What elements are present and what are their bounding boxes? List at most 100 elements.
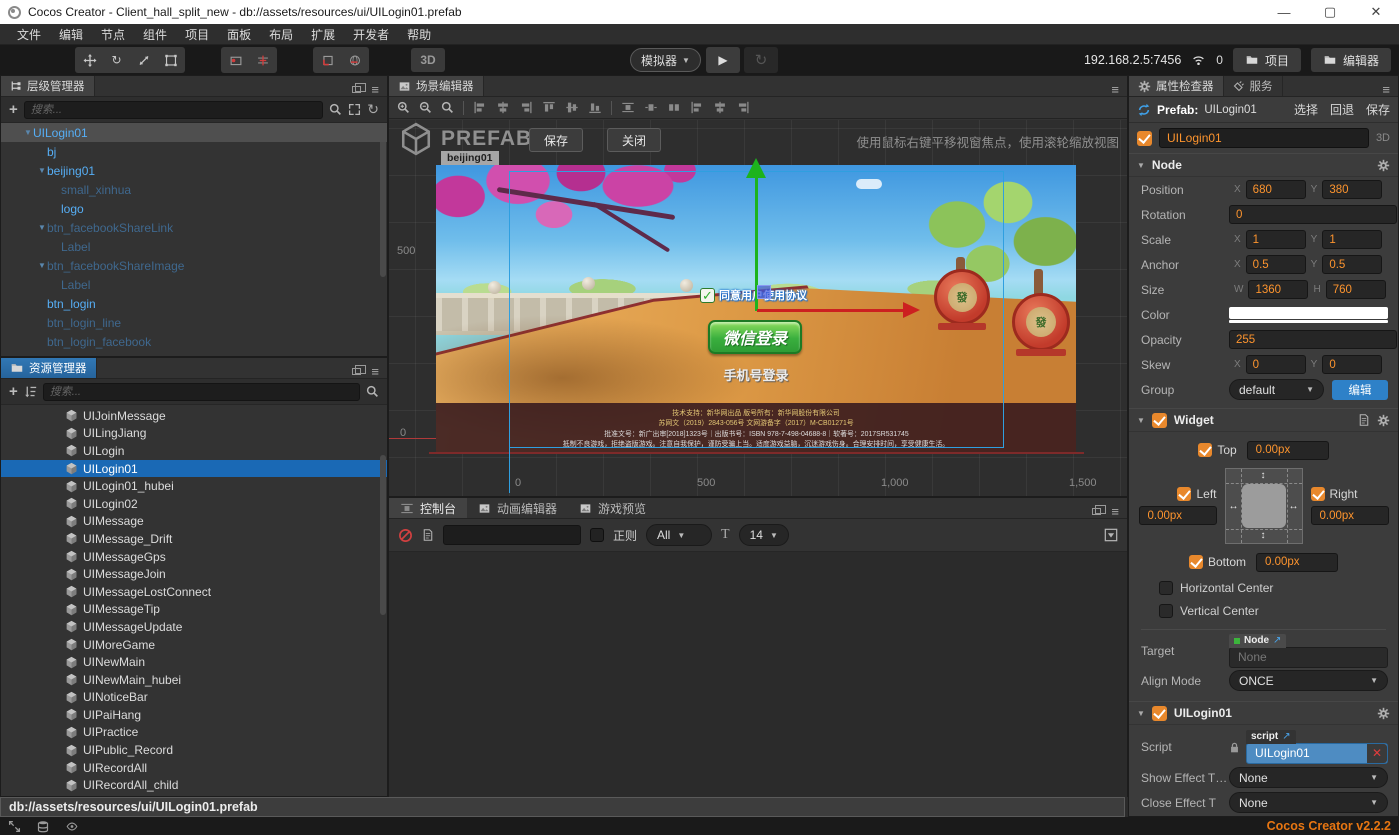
position-y-input[interactable]: [1322, 180, 1383, 199]
scale-tool-icon[interactable]: [130, 48, 157, 72]
distribute-hcenter-icon[interactable]: [644, 101, 658, 114]
widget-bottom-input[interactable]: 0.00px: [1256, 552, 1338, 572]
panel-menu-icon[interactable]: ≡: [1111, 505, 1119, 518]
tab-services[interactable]: 服务: [1224, 76, 1283, 96]
menu-item-节点[interactable]: 节点: [92, 24, 134, 44]
preview-visibility-icon[interactable]: [65, 821, 79, 832]
menu-item-帮助[interactable]: 帮助: [398, 24, 440, 44]
open-project-button[interactable]: 项目: [1232, 48, 1301, 72]
regex-checkbox[interactable]: [590, 528, 604, 542]
asset-item-UINewMain_hubei[interactable]: UINewMain_hubei: [1, 671, 387, 689]
position-x-input[interactable]: [1245, 180, 1306, 199]
anchor-mode-icon[interactable]: [249, 48, 276, 72]
align-left-icon[interactable]: [473, 101, 487, 114]
tab-hierarchy[interactable]: 层级管理器: [1, 76, 95, 96]
anchor-y-input[interactable]: [1322, 255, 1383, 274]
prefab-revert-button[interactable]: 回退: [1330, 101, 1354, 118]
gear-icon[interactable]: [1377, 707, 1390, 720]
menu-item-编辑[interactable]: 编辑: [50, 24, 92, 44]
asset-item-UIRecordAll_child[interactable]: UIRecordAll_child: [1, 776, 387, 794]
hierarchy-node-Label[interactable]: Label: [1, 237, 387, 256]
node-section-header[interactable]: ▼ Node: [1129, 153, 1398, 177]
scale-y-input[interactable]: [1322, 230, 1383, 249]
rotate-tool-icon[interactable]: ↻: [103, 48, 130, 72]
scale-x-input[interactable]: [1245, 230, 1306, 249]
tab-properties[interactable]: 属性检查器: [1129, 76, 1224, 96]
prefab-select-button[interactable]: 选择: [1294, 101, 1318, 118]
asset-item-UILogin02[interactable]: UILogin02: [1, 495, 387, 513]
widget-bottom-checkbox[interactable]: Bottom: [1188, 555, 1246, 569]
search-icon[interactable]: [366, 385, 379, 398]
zoom-reset-icon[interactable]: [441, 101, 454, 114]
pivot-mode-icon[interactable]: [222, 48, 249, 72]
size-h-input[interactable]: [1325, 280, 1386, 299]
asset-item-UIMessageJoin[interactable]: UIMessageJoin: [1, 565, 387, 583]
distribute-top-icon[interactable]: [690, 101, 704, 114]
panel-menu-icon[interactable]: ≡: [1382, 83, 1390, 96]
asset-item-UIMessageUpdate[interactable]: UIMessageUpdate: [1, 618, 387, 636]
hierarchy-node-btn_facebookShareImage[interactable]: ▼ btn_facebookShareImage: [1, 256, 387, 275]
gizmo-y-arrowhead[interactable]: [746, 158, 766, 178]
group-dropdown[interactable]: default ▼: [1229, 379, 1324, 400]
align-vcenter-icon[interactable]: [565, 101, 579, 114]
align-right-icon[interactable]: [519, 101, 533, 114]
asset-item-UILingJiang[interactable]: UILingJiang: [1, 425, 387, 443]
hierarchy-node-btn_login_line[interactable]: btn_login_line: [1, 313, 387, 332]
tab-assets[interactable]: 资源管理器: [1, 358, 97, 378]
zoom-out-icon[interactable]: [419, 101, 432, 114]
component-enabled-checkbox[interactable]: [1151, 705, 1167, 721]
play-button[interactable]: ▶: [706, 47, 740, 73]
console-filter-input[interactable]: [443, 525, 581, 545]
tab-控制台[interactable]: 控制台: [389, 498, 468, 518]
node-name-input[interactable]: [1159, 128, 1369, 148]
gear-icon[interactable]: [1377, 414, 1390, 427]
skew-y-input[interactable]: [1322, 355, 1383, 374]
hierarchy-node-btn_mobile[interactable]: btn_mobile: [1, 351, 387, 357]
panel-menu-icon[interactable]: ≡: [1111, 83, 1119, 96]
remove-script-icon[interactable]: ✕: [1367, 743, 1387, 763]
anchor-x-input[interactable]: [1245, 255, 1306, 274]
panel-menu-icon[interactable]: ≡: [371, 365, 379, 378]
search-icon[interactable]: [329, 103, 342, 116]
zoom-in-icon[interactable]: [397, 101, 410, 114]
sync-assets-icon[interactable]: [8, 820, 21, 833]
asset-item-UIMessageLostConnect[interactable]: UIMessageLostConnect: [1, 583, 387, 601]
widget-left-checkbox[interactable]: Left: [1177, 487, 1217, 501]
prefab-save-button[interactable]: 保存: [1366, 101, 1390, 118]
hierarchy-node-small_xinhua[interactable]: small_xinhua: [1, 180, 387, 199]
sort-icon[interactable]: [24, 385, 37, 398]
opacity-input[interactable]: [1229, 330, 1397, 349]
gizmo-x-arrowhead[interactable]: [903, 302, 920, 318]
align-bottom-icon[interactable]: [588, 101, 602, 114]
widget-top-checkbox[interactable]: Top: [1198, 443, 1237, 457]
rotation-input[interactable]: [1229, 205, 1397, 224]
refresh-button[interactable]: ↻: [744, 47, 778, 73]
save-prefab-button[interactable]: 保存: [529, 128, 583, 152]
twist-icon[interactable]: ▼: [23, 128, 33, 137]
menu-item-扩展[interactable]: 扩展: [302, 24, 344, 44]
close-effect-dropdown[interactable]: None ▼: [1229, 792, 1388, 813]
distribute-right-icon[interactable]: [667, 101, 681, 114]
twist-icon[interactable]: ▼: [37, 261, 47, 270]
maximize-button[interactable]: ▢: [1307, 0, 1353, 24]
asset-item-UIPublic_Record[interactable]: UIPublic_Record: [1, 741, 387, 759]
move-tool-icon[interactable]: [76, 48, 103, 72]
twist-icon[interactable]: ▼: [37, 166, 47, 175]
menu-item-项目[interactable]: 项目: [176, 24, 218, 44]
asset-item-UIMessageTip[interactable]: UIMessageTip: [1, 601, 387, 619]
asset-item-UIPaiHang[interactable]: UIPaiHang: [1, 706, 387, 724]
expand-all-icon[interactable]: [348, 103, 361, 116]
float-panel-icon[interactable]: [1092, 505, 1107, 515]
close-button[interactable]: ✕: [1353, 0, 1399, 24]
hierarchy-search-input[interactable]: [23, 100, 324, 119]
asset-item-UINoticeBar[interactable]: UINoticeBar: [1, 689, 387, 707]
hierarchy-node-btn_login[interactable]: btn_login: [1, 294, 387, 313]
color-swatch[interactable]: [1229, 306, 1388, 323]
menu-item-布局[interactable]: 布局: [260, 24, 302, 44]
rect-tool-icon[interactable]: [157, 48, 184, 72]
target-field[interactable]: Node ↗ None: [1229, 633, 1388, 668]
layers-icon[interactable]: [1358, 413, 1370, 427]
hierarchy-node-bj[interactable]: bj: [1, 142, 387, 161]
hierarchy-node-Label[interactable]: Label: [1, 275, 387, 294]
asset-item-UIMessageGps[interactable]: UIMessageGps: [1, 548, 387, 566]
